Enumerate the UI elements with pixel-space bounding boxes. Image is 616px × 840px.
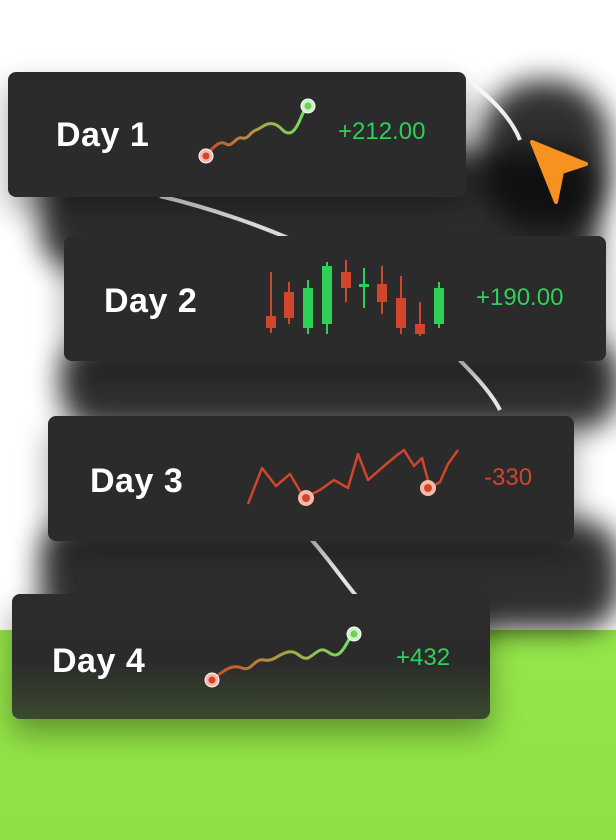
day-label: Day 2	[104, 282, 198, 320]
sparkline-up-chart	[198, 98, 316, 164]
value-text: +212.00	[338, 118, 426, 145]
candle	[266, 272, 276, 333]
candle	[341, 260, 351, 302]
day-card-3[interactable]: Day 3 -330	[48, 416, 574, 541]
value-text: +190.00	[476, 284, 564, 311]
candle	[303, 280, 313, 334]
day-card-4[interactable]: Day 4 +432	[12, 594, 490, 719]
sparkline-up-chart	[204, 626, 362, 688]
value-text: +432	[396, 644, 451, 671]
day-label: Day 4	[52, 642, 146, 680]
candle	[415, 302, 425, 336]
candle	[359, 268, 369, 308]
day-card-1[interactable]: Day 1 +212.00	[8, 72, 466, 197]
day-label: Day 1	[56, 116, 150, 154]
candle	[434, 282, 444, 328]
candle	[377, 266, 387, 314]
candlestick-chart	[266, 260, 444, 336]
candle	[284, 282, 294, 324]
sparkline-down-chart	[246, 448, 460, 506]
candle	[396, 276, 406, 334]
day-card-2[interactable]: Day 2 +190.00	[64, 236, 606, 361]
pointer-arrow-icon	[530, 140, 588, 204]
value-text: -330	[484, 464, 533, 491]
candle	[322, 262, 332, 334]
day-label: Day 3	[90, 462, 184, 500]
